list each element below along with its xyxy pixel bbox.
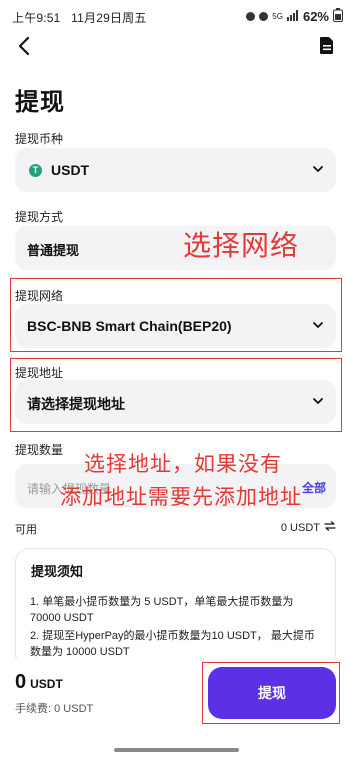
notice-item: 2. 提现至HyperPay的最小提币数量为10 USDT， 最大提币数量为 1… [30,630,315,658]
battery-icon [333,8,343,25]
network-value: BSC-BNB Smart Chain(BEP20) [27,318,232,334]
submit-withdraw-button[interactable]: 提现 [208,667,336,719]
currency-label: 提现币种 [15,132,64,146]
network-label: 提现网络 [15,289,64,303]
address-value: 请选择提现地址 [27,396,125,412]
notice-item: 1. 单笔最小提币数量为 5 USDT，单笔最大提币数量为70000 USDT [30,596,294,624]
address-select[interactable]: 请选择提现地址 [15,380,336,424]
record-button[interactable] [319,36,335,55]
withdraw-notice: 提现须知 1. 单笔最小提币数量为 5 USDT，单笔最大提币数量为70000 … [15,548,336,668]
mute-icon [259,12,269,21]
back-button[interactable] [14,34,36,58]
alarm-icon [246,12,256,21]
top-bar [0,32,353,62]
network-select[interactable]: BSC-BNB Smart Chain(BEP20) [15,304,336,348]
bottom-bar: 0 USDT 手续费: 0 USDT 提现 [0,660,353,757]
all-button[interactable]: 全部 [302,479,326,496]
status-icons: 5G 62% [246,8,343,25]
quantity-label: 提现数量 [15,443,64,457]
method-value: 普通提现 [27,243,80,258]
chevron-left-icon [18,36,30,56]
address-label: 提现地址 [15,366,64,380]
annotation-address-hint-1: 选择地址，如果没有 [84,452,282,476]
fee-text: 手续费: 0 USDT [15,703,94,715]
home-indicator[interactable] [114,748,239,752]
available-label: 可用 [15,524,37,536]
method-label: 提现方式 [15,210,64,224]
page-title: 提现 [15,89,65,116]
status-bar: 上午9:51 11月29日周五 5G 62% [0,0,353,32]
chevron-down-icon [313,166,323,172]
chevron-down-icon [313,322,323,328]
signal-icon [286,9,299,24]
swap-button[interactable] [324,521,336,534]
available-value: 0 USDT [280,521,320,534]
swap-icon [324,521,336,531]
withdraw-amount: 0 USDT [15,671,63,693]
battery-level: 62% [302,9,329,24]
document-icon [320,37,333,54]
annotation-address-hint-2: 添加地址需要先添加地址 [60,485,302,509]
usdt-logo-icon: T [29,164,42,177]
available-row: 可用 0 USDT [15,521,336,537]
chevron-down-icon [313,398,323,404]
status-time: 上午9:51 11月29日周五 [12,11,147,25]
currency-value: USDT [51,162,90,178]
notice-title: 提现须知 [31,564,84,579]
annotation-network-hint: 选择网络 [183,229,300,262]
network-type-icon: 5G [272,12,283,21]
currency-select[interactable]: T USDT [15,148,336,192]
